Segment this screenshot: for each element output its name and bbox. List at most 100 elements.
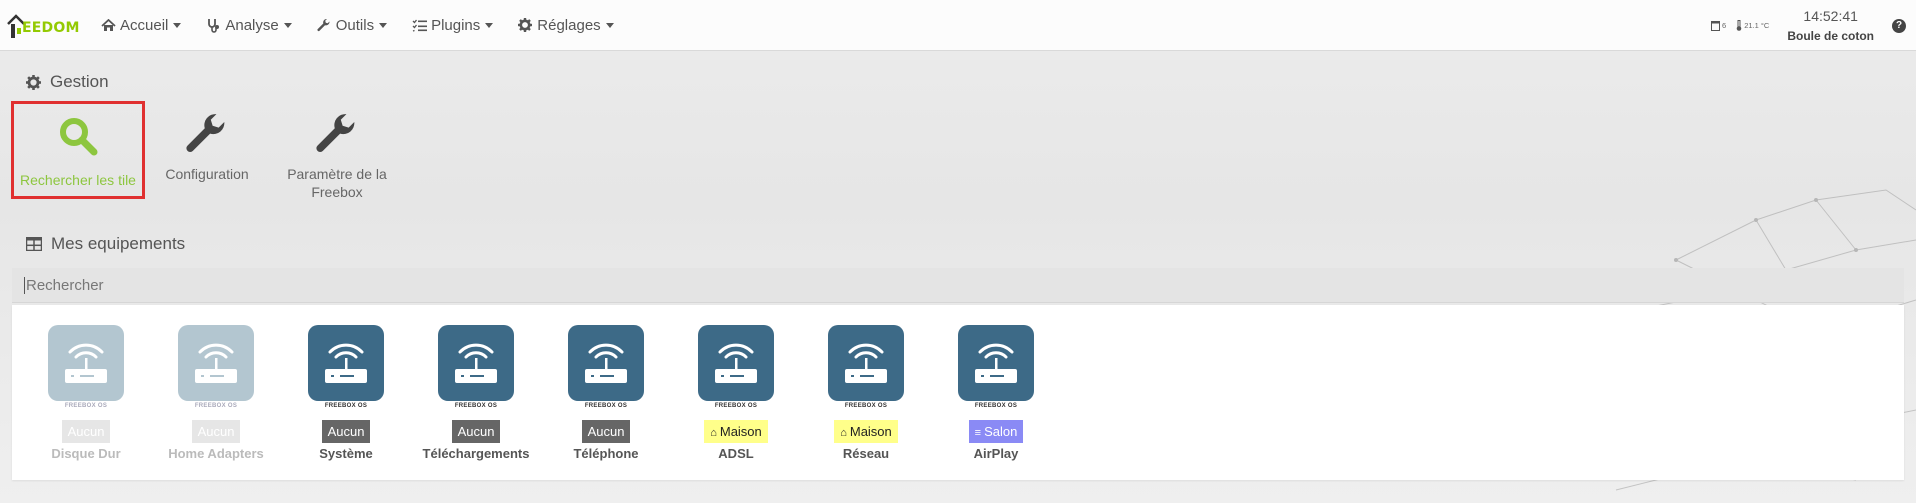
freebox-tile — [438, 325, 514, 401]
equipment-card-7[interactable]: FREEBOX OS ≡ Salon AirPlay — [931, 325, 1061, 461]
brand-label: FREEBOX OS — [844, 403, 888, 409]
brand-label: FREEBOX OS — [64, 403, 108, 409]
equipment-card-0[interactable]: FREEBOX OS Aucun Disque Dur — [21, 325, 151, 461]
clock-block: 14:52:41 Boule de coton — [1787, 8, 1874, 43]
freebox-tile — [698, 325, 774, 401]
configuration-button[interactable]: Configuration — [142, 108, 272, 183]
room-label: Maison — [719, 424, 762, 439]
brand-label: FREEBOX OS — [584, 403, 628, 409]
freebox-tile — [828, 325, 904, 401]
window-count: 6 — [1722, 21, 1727, 30]
wifi-router-icon — [195, 343, 237, 383]
equipements-title: Mes equipements — [51, 234, 186, 253]
equipment-name: Home Adapters — [168, 446, 264, 461]
freebox-tile — [958, 325, 1034, 401]
nav-accueil[interactable]: Accueil — [88, 0, 193, 51]
sofa-icon: ≡ — [974, 427, 982, 439]
room-badge: Aucun — [581, 420, 631, 443]
top-navbar: EEDOM Accueil Analyse Outils Plugins Rég… — [0, 0, 1916, 51]
chevron-down-icon — [283, 22, 292, 28]
room-badge: Aucun — [451, 420, 501, 443]
room-label: Aucun — [327, 424, 365, 439]
brand-label: FREEBOX OS — [454, 403, 498, 409]
windows-indicator[interactable]: 6 — [1711, 20, 1727, 31]
room-badge: ≡ Salon — [968, 420, 1024, 443]
wifi-router-icon — [585, 343, 627, 383]
equipment-name: Disque Dur — [51, 446, 121, 461]
freebox-tile — [178, 325, 254, 401]
chevron-down-icon — [173, 22, 182, 28]
nav-reglages[interactable]: Réglages — [505, 0, 625, 51]
freebox-tile — [568, 325, 644, 401]
gestion-section-title: Gestion — [26, 72, 109, 92]
nav-analyse[interactable]: Analyse — [193, 0, 303, 51]
wifi-router-icon — [715, 343, 757, 383]
temperature-value: 21.1 °C — [1744, 21, 1770, 30]
configuration-label: Configuration — [165, 166, 249, 182]
room-badge: ⌂ Maison — [704, 420, 768, 443]
wifi-router-icon — [845, 343, 887, 383]
brand-label: FREEBOX OS — [974, 403, 1018, 409]
table-icon — [26, 237, 42, 251]
logo-text: EEDOM — [22, 19, 80, 36]
nav-outils-label: Outils — [335, 16, 375, 34]
equipment-card-1[interactable]: FREEBOX OS Aucun Home Adapters — [151, 325, 281, 461]
search-icon — [14, 111, 142, 161]
equipment-card-2[interactable]: FREEBOX OS Aucun Système — [281, 325, 411, 461]
equipment-card-4[interactable]: FREEBOX OS Aucun Téléphone — [541, 325, 671, 461]
equipment-search-placeholder: Rechercher — [26, 276, 104, 294]
equipment-name: Système — [319, 446, 373, 461]
wifi-router-icon — [975, 343, 1017, 383]
thermometer-icon — [1736, 20, 1742, 31]
nav-accueil-label: Accueil — [120, 16, 169, 34]
freebox-settings-label: Paramètre de la Freebox — [287, 166, 387, 200]
window-icon — [1711, 20, 1721, 31]
search-tiles-button[interactable]: Rechercher les tile — [11, 101, 145, 199]
wrench-icon — [272, 108, 402, 158]
equipment-card-6[interactable]: FREEBOX OS ⌂ Maison Réseau — [801, 325, 931, 461]
freebox-tile — [308, 325, 384, 401]
nav-outils[interactable]: Outils — [304, 0, 399, 51]
room-label: Aucun — [67, 424, 105, 439]
wifi-router-icon — [325, 343, 367, 383]
equipment-name: Téléchargements — [422, 446, 530, 461]
room-label: Aucun — [457, 424, 495, 439]
equipements-section-title: Mes equipements — [26, 234, 185, 254]
equipment-panel: FREEBOX OS Aucun Disque Dur FREEBOX OS A… — [12, 305, 1904, 480]
brand-label: FREEBOX OS — [194, 403, 238, 409]
cog-icon — [26, 74, 41, 90]
equipment-search-input[interactable]: Rechercher — [12, 268, 1904, 303]
equipment-card-5[interactable]: FREEBOX OS ⌂ Maison ADSL — [671, 325, 801, 461]
room-badge: ⌂ Maison — [834, 420, 898, 443]
freebox-settings-button[interactable]: Paramètre de la Freebox — [272, 108, 402, 201]
profile-name[interactable]: Boule de coton — [1787, 29, 1874, 43]
freebox-tile — [48, 325, 124, 401]
help-icon[interactable]: ? — [1892, 18, 1906, 33]
room-badge: Aucun — [61, 420, 111, 443]
equipment-name: AirPlay — [973, 446, 1019, 461]
room-label: Maison — [849, 424, 892, 439]
tasks-icon — [411, 17, 427, 33]
room-label: Aucun — [587, 424, 625, 439]
chevron-down-icon — [485, 22, 494, 28]
temperature-indicator[interactable]: 21.1 °C — [1736, 20, 1769, 31]
equipment-card-3[interactable]: FREEBOX OS Aucun Téléchargements — [411, 325, 541, 461]
text-cursor — [24, 276, 25, 294]
jeedom-logo[interactable]: EEDOM — [4, 0, 88, 51]
nav-plugins[interactable]: Plugins — [399, 0, 505, 51]
gestion-title: Gestion — [50, 72, 109, 91]
cog-icon — [517, 17, 533, 33]
wifi-router-icon — [455, 343, 497, 383]
home-icon — [100, 17, 116, 33]
nav-plugins-label: Plugins — [431, 16, 481, 34]
nav-reglages-label: Réglages — [537, 16, 601, 34]
room-badge: Aucun — [191, 420, 241, 443]
house-icon: ⌂ — [710, 427, 717, 439]
chevron-down-icon — [605, 22, 614, 28]
equipment-name: Réseau — [842, 446, 890, 461]
equipment-name: ADSL — [718, 446, 754, 461]
equipment-name: Téléphone — [573, 446, 639, 461]
room-label: Salon — [984, 424, 1018, 439]
clock-time: 14:52:41 — [1803, 8, 1858, 24]
brand-label: FREEBOX OS — [714, 403, 758, 409]
